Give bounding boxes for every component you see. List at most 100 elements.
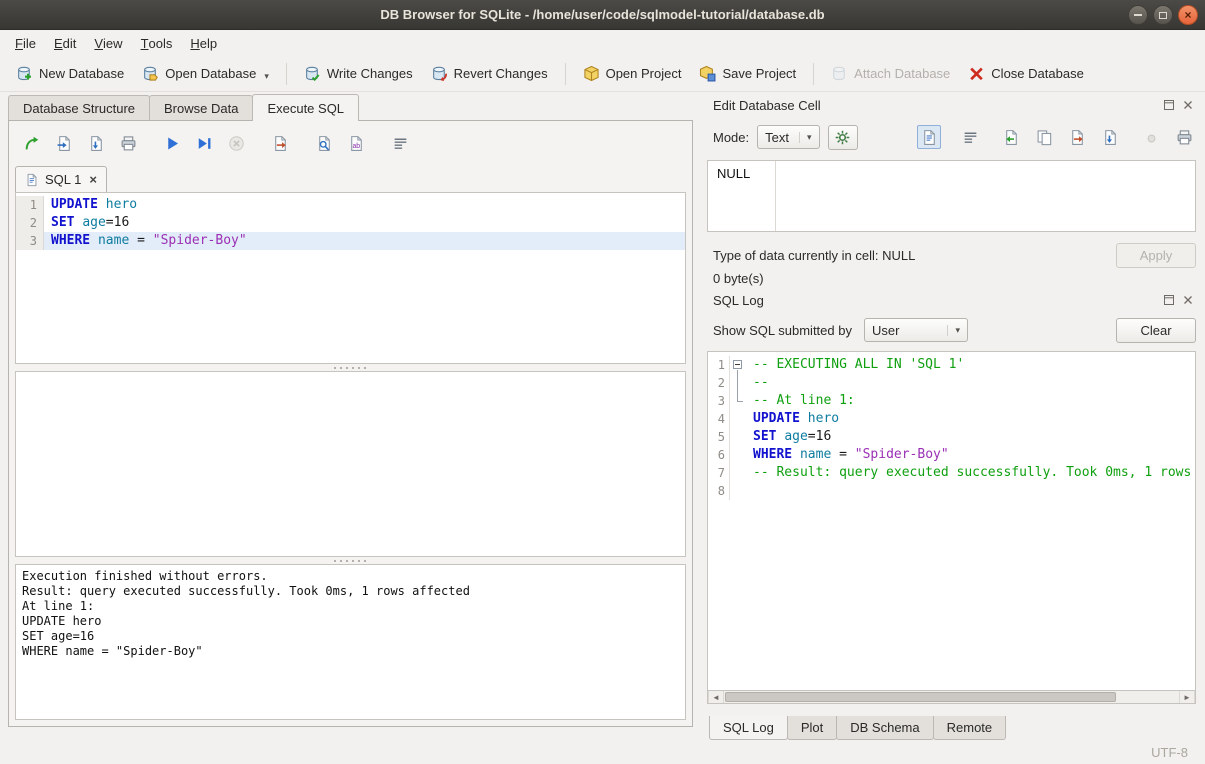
print-sql-button[interactable]	[115, 130, 141, 156]
token: UPDATE	[51, 197, 98, 212]
close-icon[interactable]: ×	[1178, 5, 1198, 25]
token	[90, 233, 98, 248]
print-cell-button[interactable]	[1172, 125, 1196, 149]
open-project-button[interactable]: Open Project	[575, 60, 690, 87]
open-database-button[interactable]: Open Database▾	[134, 60, 277, 87]
scrollbar-track[interactable]	[724, 691, 1179, 703]
log-line[interactable]: 5SET age=16	[708, 428, 1195, 446]
fold-marker	[730, 374, 746, 392]
apply-button[interactable]: Apply	[1116, 243, 1196, 268]
status-bar: UTF-8	[0, 740, 1205, 764]
log-line[interactable]: 7-- Result: query executed successfully.…	[708, 464, 1195, 482]
close-database-button[interactable]: Close Database	[960, 60, 1092, 87]
close-dock-icon[interactable]	[1182, 294, 1194, 306]
new-database-button[interactable]: New Database	[8, 60, 132, 87]
dock-tab-remote[interactable]: Remote	[933, 716, 1007, 740]
editor-line[interactable]: 3WHERE name = "Spider-Boy"	[16, 232, 685, 250]
sql-log-editor[interactable]: 1-- EXECUTING ALL IN 'SQL 1'2--3-- At li…	[707, 351, 1196, 690]
execute-all-button[interactable]	[159, 130, 185, 156]
log-line[interactable]: 3-- At line 1:	[708, 392, 1195, 410]
db-revert-icon	[431, 65, 448, 82]
sql-tab[interactable]: SQL 1 ×	[15, 166, 107, 192]
code-line: UPDATE hero	[44, 196, 685, 214]
new-sql-tab-button[interactable]	[19, 130, 45, 156]
line-number: 4	[708, 410, 730, 428]
float-icon[interactable]	[1163, 294, 1175, 306]
db-write-icon	[304, 65, 321, 82]
log-line[interactable]: 1-- EXECUTING ALL IN 'SQL 1'	[708, 356, 1195, 374]
submitter-select[interactable]: User ▾	[864, 318, 968, 342]
clear-button[interactable]: Clear	[1116, 318, 1196, 343]
find-replace-button[interactable]: ab	[343, 130, 369, 156]
find-button[interactable]	[311, 130, 337, 156]
open-database-dropdown-arrow[interactable]: ▾	[264, 71, 269, 82]
token	[98, 197, 106, 212]
copy-cell-icon	[1036, 129, 1053, 146]
minimize-icon[interactable]	[1128, 5, 1148, 25]
execution-log-text: Execution finished without errors. Resul…	[22, 569, 679, 659]
write-changes-button[interactable]: Write Changes	[296, 60, 421, 87]
cell-settings-button[interactable]	[828, 125, 858, 150]
mode-select[interactable]: Text ▾	[757, 125, 819, 149]
db-attach-icon	[831, 65, 848, 82]
execute-current-line-button[interactable]	[191, 130, 217, 156]
menu-file[interactable]: File	[6, 30, 45, 56]
tab-database-structure[interactable]: Database Structure	[8, 95, 150, 121]
editor-line[interactable]: 2SET age=16	[16, 214, 685, 232]
dock-tab-db-schema[interactable]: DB Schema	[836, 716, 933, 740]
execute-current-line-icon	[196, 135, 213, 152]
format-sql-button[interactable]	[387, 130, 413, 156]
export-results-button[interactable]	[267, 130, 293, 156]
revert-changes-button[interactable]: Revert Changes	[423, 60, 556, 87]
tab-execute-sql[interactable]: Execute SQL	[252, 94, 359, 121]
log-line[interactable]: 2--	[708, 374, 1195, 392]
float-icon[interactable]	[1163, 99, 1175, 111]
save-sql-file-button[interactable]	[83, 130, 109, 156]
title-bar[interactable]: DB Browser for SQLite - /home/user/code/…	[0, 0, 1205, 30]
splitter-handle-editor[interactable]	[15, 364, 686, 371]
scroll-right-icon[interactable]: ►	[1179, 691, 1195, 703]
token: "Spider-Boy"	[855, 447, 949, 462]
scroll-left-icon[interactable]: ◄	[708, 691, 724, 703]
save-cell-button[interactable]	[1098, 125, 1122, 149]
line-number: 8	[708, 482, 730, 500]
attach-database-button: Attach Database	[823, 60, 958, 87]
export-to-file-button[interactable]	[1065, 125, 1089, 149]
save-project-button[interactable]: Save Project	[691, 60, 804, 87]
line-number: 5	[708, 428, 730, 446]
splitter-handle-results[interactable]	[15, 557, 686, 564]
cell-editor[interactable]: NULL	[707, 160, 1196, 232]
sql-tab-close-icon[interactable]: ×	[89, 172, 97, 187]
dock-tab-plot[interactable]: Plot	[787, 716, 837, 740]
sql-editor[interactable]: 1UPDATE hero2SET age=163WHERE name = "Sp…	[15, 192, 686, 364]
copy-cell-button[interactable]	[1032, 125, 1056, 149]
code-line: SET age=16	[44, 214, 685, 232]
menu-help[interactable]: Help	[181, 30, 226, 56]
token: name	[800, 447, 831, 462]
main-tab-bar: Database StructureBrowse DataExecute SQL	[5, 94, 701, 121]
import-from-file-button[interactable]	[999, 125, 1023, 149]
maximize-icon[interactable]	[1153, 5, 1173, 25]
menu-edit[interactable]: Edit	[45, 30, 85, 56]
editor-line[interactable]: 1UPDATE hero	[16, 196, 685, 214]
word-wrap-button[interactable]	[958, 125, 982, 149]
cell-editor-body[interactable]	[776, 161, 1195, 231]
menu-view[interactable]: View	[85, 30, 131, 56]
horizontal-scrollbar[interactable]: ◄ ►	[707, 690, 1196, 704]
scrollbar-thumb[interactable]	[725, 692, 1116, 702]
token: hero	[808, 411, 839, 426]
save-sql-file-icon	[88, 135, 105, 152]
gear-icon	[834, 129, 851, 146]
tab-browse-data[interactable]: Browse Data	[149, 95, 253, 121]
main-toolbar: New DatabaseOpen Database▾ Write ChangesR…	[0, 56, 1205, 92]
log-line[interactable]: 8	[708, 482, 1195, 500]
close-dock-icon[interactable]	[1182, 99, 1194, 111]
menu-tools[interactable]: Tools	[132, 30, 182, 56]
log-line[interactable]: 4UPDATE hero	[708, 410, 1195, 428]
log-line[interactable]: 6WHERE name = "Spider-Boy"	[708, 446, 1195, 464]
token: SET	[753, 429, 776, 444]
open-sql-file-button[interactable]	[51, 130, 77, 156]
dock-tab-sql-log[interactable]: SQL Log	[709, 716, 788, 740]
text-mode-button[interactable]	[917, 125, 941, 149]
fold-marker[interactable]	[730, 356, 746, 374]
